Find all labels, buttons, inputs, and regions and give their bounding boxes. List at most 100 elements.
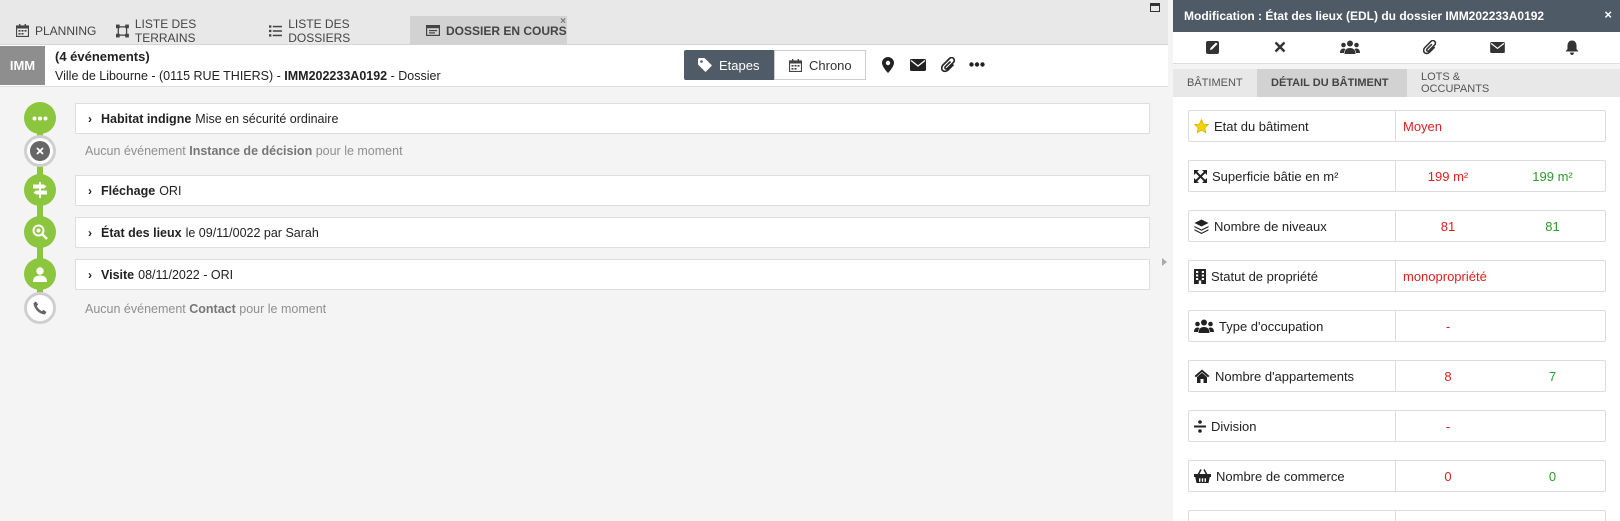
row-value-current: monopropriété (1403, 268, 1487, 284)
no-event-suffix: pour le moment (315, 144, 403, 158)
row-value-current: - (1445, 418, 1451, 434)
no-event-instance: Aucun événement Instance de décision pou… (85, 144, 403, 158)
tab-label: LISTE DES TERRAINS (134, 16, 197, 45)
tab-label: PLANNING (35, 23, 97, 38)
row-partial[interactable] (1188, 510, 1606, 521)
row-label-text: Division (1211, 418, 1257, 434)
calendar-icon (789, 58, 802, 72)
row-value-new: 7 (1548, 368, 1557, 384)
tab-dossier-en-cours[interactable]: DOSSIER EN COURS × (410, 16, 567, 45)
tab-liste-terrains[interactable]: LISTE DES TERRAINS (100, 16, 250, 45)
row-value-current: 81 (1440, 218, 1456, 234)
event-detail: le 09/11/0022 par Sarah (185, 225, 319, 240)
event-detail: Mise en sécurité ordinaire (195, 111, 339, 126)
paperclip-icon[interactable] (1423, 40, 1437, 55)
panel-close-icon[interactable]: × (1604, 7, 1612, 22)
row-type-occupation[interactable]: Type d'occupation - (1188, 310, 1606, 342)
etapes-button[interactable]: Etapes (684, 50, 774, 80)
row-value-new: 0 (1548, 468, 1557, 484)
row-label-text: Type d'occupation (1219, 318, 1324, 334)
timeline-node-etat-des-lieux (24, 216, 56, 248)
no-event-prefix: Aucun événement (85, 144, 186, 158)
search-icon (32, 224, 48, 240)
tab-detail-batiment[interactable]: DÉTAIL DU BÂTIMENT (1257, 69, 1407, 97)
user-icon (33, 266, 47, 282)
more-icon[interactable] (969, 62, 985, 67)
timeline-node-habitat (24, 102, 56, 134)
event-title: Visite (101, 267, 135, 282)
tab-label: LISTE DES DOSSIERS (288, 16, 351, 45)
row-commerce[interactable]: Nombre de commerce 0 0 (1188, 460, 1606, 492)
tab-bar: PLANNING LISTE DES TERRAINS LISTE DES DO… (0, 0, 1168, 45)
row-label: Nombre de niveaux (1189, 211, 1396, 241)
close-icon[interactable] (1274, 41, 1286, 53)
row-label: Etat du bâtiment (1189, 111, 1396, 141)
divide-icon (1194, 419, 1206, 433)
event-title: Fléchage (101, 183, 156, 198)
tab-close-icon[interactable]: × (560, 17, 566, 27)
row-label: Statut de propriété (1189, 261, 1396, 291)
dossier-header: IMM (4 événements) Ville de Libourne - (… (0, 45, 1168, 87)
window-icon (426, 25, 440, 36)
row-niveaux[interactable]: Nombre de niveaux 81 81 (1188, 210, 1606, 242)
row-label-text: Nombre d'appartements (1215, 368, 1355, 384)
row-label: Nombre de commerce (1189, 461, 1396, 491)
row-label: Nombre d'appartements (1189, 361, 1396, 391)
row-label (1189, 511, 1396, 521)
event-visite[interactable]: › Visite 08/11/2022 - ORI (75, 259, 1150, 290)
tab-liste-dossiers[interactable]: LISTE DES DOSSIERS (253, 16, 408, 45)
panel-title-text: Modification : État des lieux (EDL) du d… (1184, 9, 1545, 23)
chevron-right-icon: › (88, 225, 92, 240)
chevron-right-icon: › (88, 111, 92, 126)
list-icon (269, 24, 283, 37)
edit-icon[interactable] (1206, 40, 1220, 54)
chevron-right-icon: › (88, 267, 92, 282)
row-label: Superficie bâtie en m² (1189, 161, 1396, 191)
chevron-right-icon: › (88, 183, 92, 198)
event-habitat-indigne[interactable]: › Habitat indigne Mise en sécurité ordin… (75, 103, 1150, 134)
no-event-suffix: pour le moment (239, 302, 327, 316)
edit-panel: Modification : État des lieux (EDL) du d… (1173, 0, 1620, 521)
star-icon (1194, 118, 1209, 133)
row-label-text: Statut de propriété (1211, 268, 1318, 284)
row-value-current: Moyen (1403, 118, 1443, 134)
event-etat-des-lieux[interactable]: › État des lieux le 09/11/0022 par Sarah (75, 217, 1150, 248)
maximize-icon[interactable] (1150, 3, 1160, 12)
event-flechage[interactable]: › Fléchage ORI (75, 175, 1150, 206)
paperclip-icon[interactable] (941, 57, 956, 73)
envelope-icon[interactable] (1490, 42, 1505, 53)
tab-lots-occupants[interactable]: LOTS & OCCUPANTS (1407, 69, 1537, 97)
row-statut-propriete[interactable]: Statut de propriété monopropriété (1188, 260, 1606, 292)
row-value-current: - (1445, 318, 1451, 334)
chrono-button[interactable]: Chrono (774, 50, 866, 80)
dossier-id: IMM202233A0192 (284, 69, 388, 83)
row-value-current: 0 (1444, 468, 1452, 484)
row-label-text: Nombre de commerce (1216, 468, 1345, 484)
no-event-prefix: Aucun événement (85, 302, 186, 316)
envelope-icon[interactable] (910, 59, 926, 71)
bell-icon[interactable] (1565, 40, 1579, 55)
event-count: (4 événements) (55, 49, 150, 64)
row-etat-batiment[interactable]: Etat du bâtiment Moyen (1188, 110, 1606, 142)
no-event-name: Contact (189, 302, 236, 316)
splitter-arrow-icon[interactable] (1162, 258, 1167, 266)
chrono-label: Chrono (809, 57, 852, 73)
row-appartements[interactable]: Nombre d'appartements 8 7 (1188, 360, 1606, 392)
timeline-node-instance (24, 135, 56, 167)
row-superficie[interactable]: Superficie bâtie en m² 199 m² 199 m² (1188, 160, 1606, 192)
building-icon (1194, 268, 1206, 284)
map-marker-icon[interactable] (882, 57, 894, 73)
event-detail: ORI (159, 183, 182, 198)
row-label-text: Superficie bâtie en m² (1212, 168, 1339, 184)
row-label: Division (1189, 411, 1396, 441)
row-division[interactable]: Division - (1188, 410, 1606, 442)
users-icon (1194, 319, 1214, 333)
row-label: Type d'occupation (1189, 311, 1396, 341)
tab-planning[interactable]: PLANNING (0, 16, 108, 45)
users-icon[interactable] (1340, 40, 1360, 54)
event-detail: 08/11/2022 - ORI (138, 267, 234, 282)
panel-title: Modification : État des lieux (EDL) du d… (1173, 0, 1620, 32)
tag-icon (698, 58, 712, 72)
tab-batiment[interactable]: BÂTIMENT (1173, 69, 1257, 97)
row-value-new: 81 (1545, 218, 1560, 234)
